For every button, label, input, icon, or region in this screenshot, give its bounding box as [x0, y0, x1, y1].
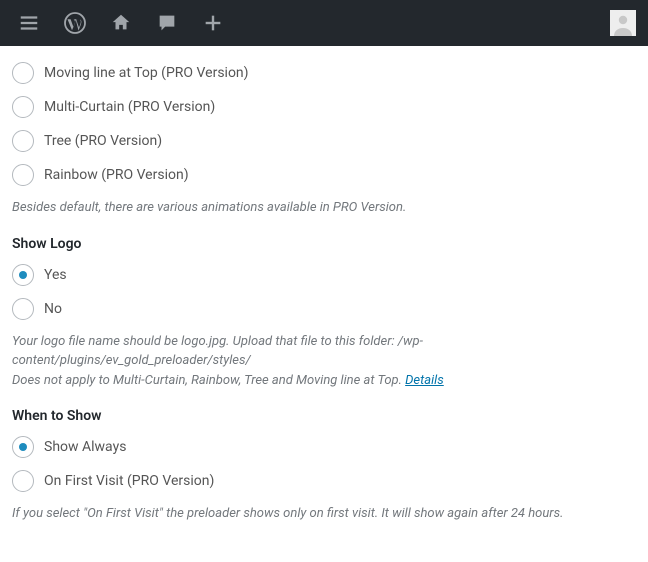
radio-input[interactable] [12, 298, 34, 320]
radio-option[interactable]: On First Visit (PRO Version) [12, 470, 636, 492]
home-icon[interactable] [98, 0, 144, 46]
radio-input[interactable] [12, 62, 34, 84]
when-to-show-description: If you select "On First Visit" the prelo… [12, 504, 636, 524]
radio-input[interactable] [12, 264, 34, 286]
radio-label: No [44, 301, 62, 317]
comment-icon[interactable] [144, 0, 190, 46]
wordpress-icon[interactable] [52, 0, 98, 46]
radio-label: Tree (PRO Version) [44, 133, 162, 149]
details-link[interactable]: Details [405, 373, 444, 388]
radio-option[interactable]: Show Always [12, 436, 636, 458]
radio-option[interactable]: Moving line at Top (PRO Version) [12, 62, 636, 84]
animation-description: Besides default, there are various anima… [12, 198, 636, 218]
radio-label: Rainbow (PRO Version) [44, 167, 189, 183]
radio-label: On First Visit (PRO Version) [44, 473, 214, 489]
settings-content: Moving line at Top (PRO Version) Multi-C… [0, 46, 648, 544]
description-text: Does not apply to Multi-Curtain, Rainbow… [12, 373, 405, 388]
avatar[interactable] [610, 10, 636, 36]
description-text: Your logo file name should be logo.jpg. … [12, 334, 423, 369]
radio-input[interactable] [12, 130, 34, 152]
radio-input[interactable] [12, 470, 34, 492]
radio-input[interactable] [12, 164, 34, 186]
radio-label: Moving line at Top (PRO Version) [44, 65, 249, 81]
radio-option[interactable]: Tree (PRO Version) [12, 130, 636, 152]
menu-icon[interactable] [6, 0, 52, 46]
radio-label: Show Always [44, 439, 126, 455]
section-heading-show-logo: Show Logo [12, 236, 636, 252]
section-heading-when-to-show: When to Show [12, 408, 636, 424]
radio-input[interactable] [12, 96, 34, 118]
radio-option[interactable]: No [12, 298, 636, 320]
radio-input[interactable] [12, 436, 34, 458]
add-icon[interactable] [190, 0, 236, 46]
radio-label: Yes [44, 267, 67, 283]
radio-label: Multi-Curtain (PRO Version) [44, 99, 215, 115]
radio-option[interactable]: Yes [12, 264, 636, 286]
admin-toolbar [0, 0, 648, 46]
radio-option[interactable]: Rainbow (PRO Version) [12, 164, 636, 186]
radio-option[interactable]: Multi-Curtain (PRO Version) [12, 96, 636, 118]
show-logo-description: Your logo file name should be logo.jpg. … [12, 332, 636, 391]
